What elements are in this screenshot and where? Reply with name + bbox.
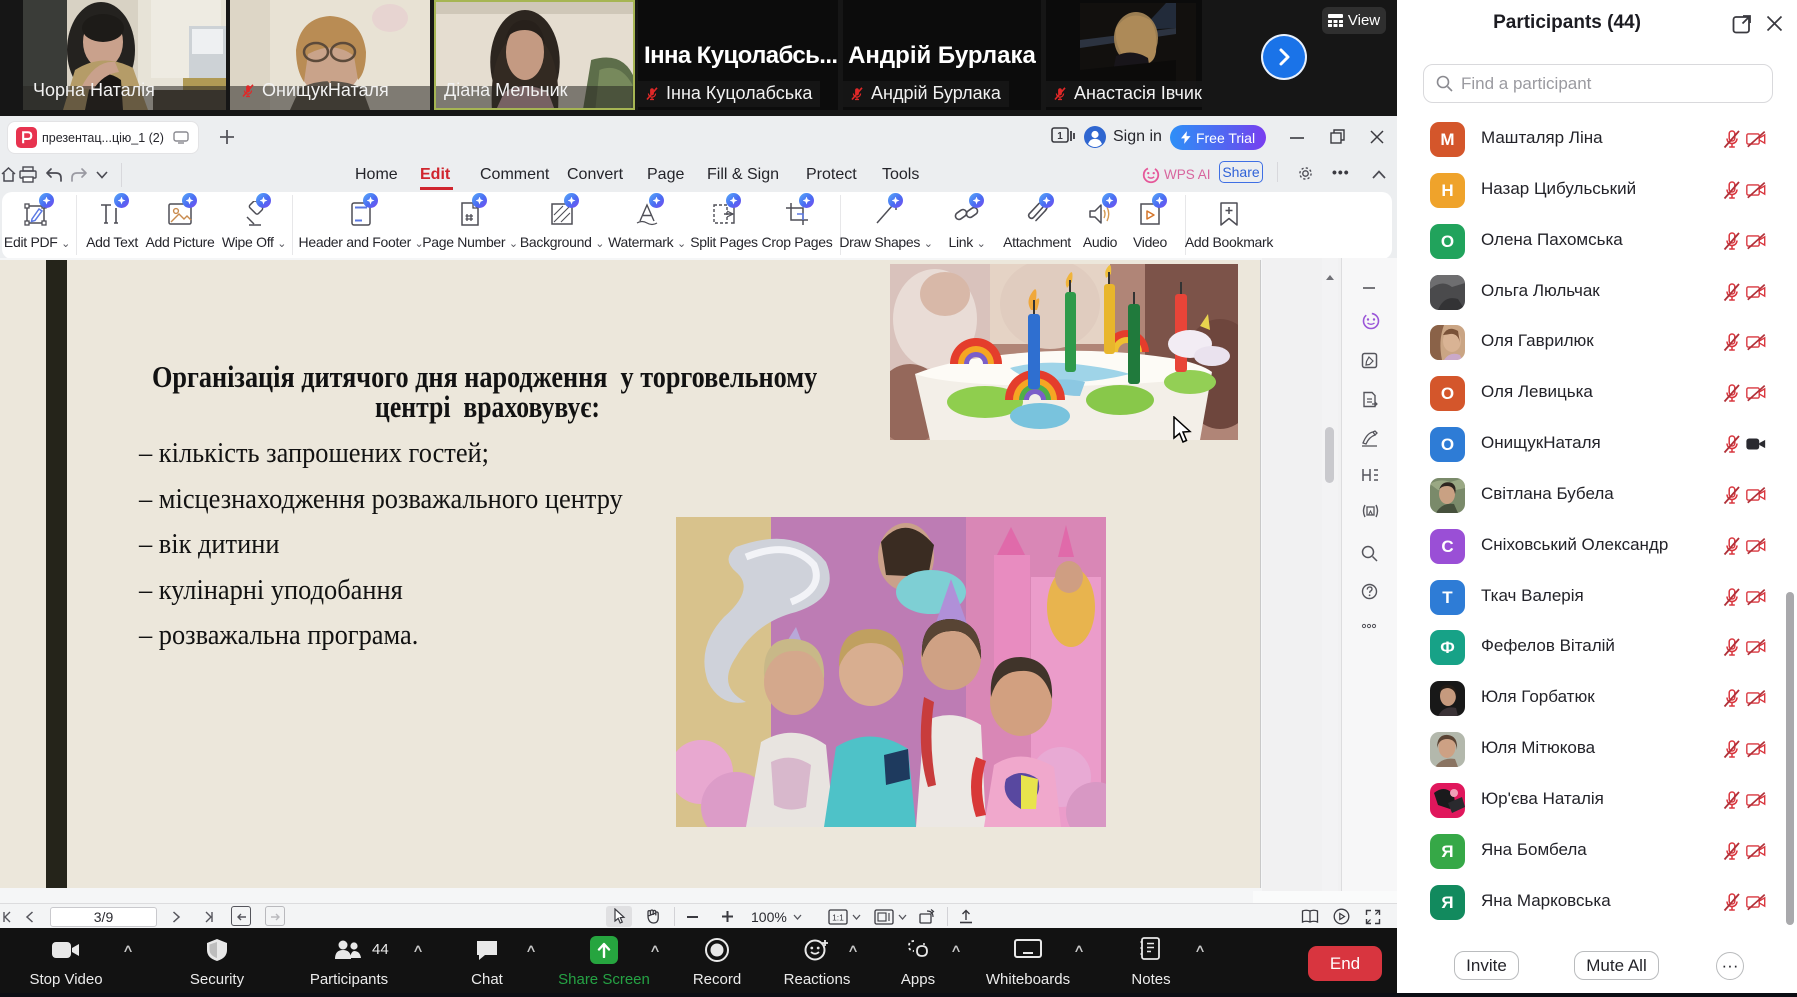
svg-text:1:1: 1:1 [832,913,844,923]
svg-text:1: 1 [1057,131,1063,142]
